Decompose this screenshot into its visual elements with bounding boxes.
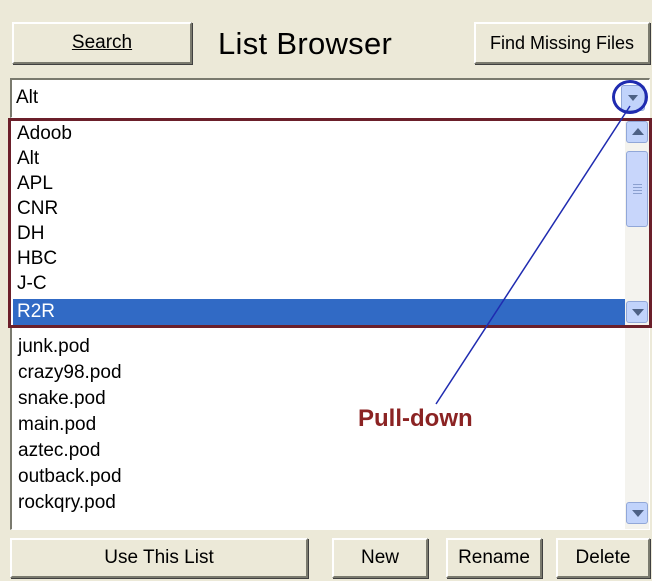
- list-item[interactable]: main.pod: [18, 412, 96, 438]
- list-item[interactable]: outback.pod: [18, 464, 122, 490]
- dropdown-item[interactable]: Adoob: [17, 121, 72, 147]
- dropdown-item[interactable]: HBC: [17, 246, 57, 272]
- scroll-up-icon[interactable]: [626, 121, 648, 143]
- find-missing-files-label: Find Missing Files: [489, 32, 635, 53]
- list-item[interactable]: junk.pod: [18, 334, 90, 360]
- delete-button-label: Delete: [575, 547, 631, 568]
- dropdown-item[interactable]: Alt: [17, 146, 39, 172]
- list-item[interactable]: rockqry.pod: [18, 490, 116, 516]
- rename-button-label: Rename: [458, 547, 530, 568]
- rename-button[interactable]: Rename: [446, 538, 542, 578]
- dropdown-item[interactable]: APL: [17, 171, 53, 197]
- dropdown-item[interactable]: CNR: [17, 196, 58, 222]
- list-item[interactable]: snake.pod: [18, 386, 106, 412]
- new-button-label: New: [360, 547, 399, 568]
- list-select-value: Alt: [16, 87, 39, 108]
- use-this-list-label: Use This List: [104, 547, 214, 568]
- page-title: List Browser: [218, 26, 393, 61]
- dropdown-item[interactable]: J-C: [17, 271, 47, 297]
- use-this-list-button[interactable]: Use This List: [10, 538, 308, 578]
- dropdown-item[interactable]: DH: [17, 221, 44, 247]
- list-select[interactable]: Alt: [10, 78, 650, 118]
- pull-down-list[interactable]: Adoob Alt APL CNR DH HBC J-C R2R: [8, 118, 652, 328]
- search-button[interactable]: Search: [12, 22, 192, 64]
- scroll-down-icon[interactable]: [626, 301, 648, 323]
- dropdown-scrollbar[interactable]: [625, 121, 649, 325]
- annotation-circle: [612, 80, 648, 114]
- find-missing-files-button[interactable]: Find Missing Files: [474, 22, 650, 64]
- scrollbar-thumb[interactable]: [626, 151, 648, 227]
- scroll-down-icon[interactable]: [626, 502, 648, 524]
- dropdown-item-selected[interactable]: R2R: [13, 299, 627, 325]
- list-item[interactable]: aztec.pod: [18, 438, 100, 464]
- list-item[interactable]: crazy98.pod: [18, 360, 122, 386]
- search-button-label: Search: [71, 32, 133, 53]
- annotation-label: Pull-down: [358, 405, 473, 432]
- delete-button[interactable]: Delete: [556, 538, 650, 578]
- new-button[interactable]: New: [332, 538, 428, 578]
